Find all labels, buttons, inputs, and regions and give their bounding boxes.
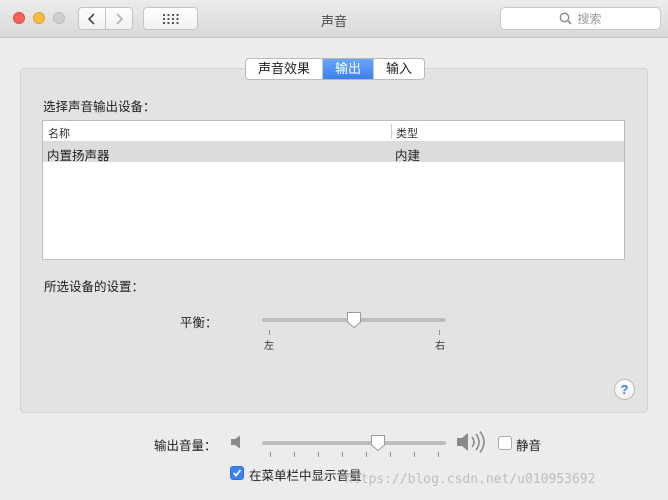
checkmark-icon (232, 469, 242, 477)
mute-checkbox[interactable] (498, 436, 512, 450)
balance-left-label: 左 (264, 341, 274, 352)
select-device-label: 选择声音输出设备： (43, 100, 156, 114)
column-divider (391, 124, 392, 139)
output-volume-label: 输出音量： (154, 439, 217, 453)
volume-tick (390, 452, 391, 457)
device-settings-label: 所选设备的设置： (44, 280, 145, 294)
volume-tick (438, 452, 439, 457)
tab-sound-effects[interactable]: 声音效果 (246, 59, 324, 79)
volume-tick (366, 452, 367, 457)
volume-tick (414, 452, 415, 457)
tab-output[interactable]: 输出 (323, 59, 375, 79)
balance-tick-right (439, 330, 440, 335)
mute-label: 静音 (516, 439, 542, 453)
device-name: 内置扬声器 (47, 149, 110, 163)
show-volume-in-menubar-checkbox[interactable] (230, 466, 244, 480)
balance-tick-left (269, 330, 270, 335)
balance-right-label: 右 (435, 341, 445, 352)
tab-bar: 声音效果 输出 输入 (245, 58, 426, 80)
column-header-name[interactable]: 名称 (48, 125, 70, 141)
volume-slider-track[interactable] (262, 441, 446, 445)
search-field[interactable]: 搜索 (500, 7, 661, 30)
balance-slider-thumb[interactable] (346, 311, 362, 329)
speaker-low-icon (231, 435, 240, 449)
tab-input[interactable]: 输入 (374, 59, 424, 79)
volume-slider-thumb[interactable] (370, 434, 386, 452)
device-table[interactable]: 名称 类型 内置扬声器 内建 (42, 120, 625, 260)
table-header: 名称 类型 (43, 121, 624, 142)
watermark: https://blog.csdn.net/u010953692 (345, 472, 596, 487)
help-button[interactable]: ? (614, 379, 635, 400)
volume-tick (270, 452, 271, 457)
device-type: 内建 (395, 149, 421, 163)
search-icon (560, 12, 573, 25)
balance-label: 平衡： (180, 316, 218, 330)
volume-tick (294, 452, 295, 457)
speaker-high-icon (457, 431, 485, 453)
search-placeholder: 搜索 (577, 12, 602, 26)
title-bar: 声音 搜索 (0, 0, 668, 38)
volume-tick (342, 452, 343, 457)
volume-tick (318, 452, 319, 457)
table-row[interactable]: 内置扬声器 内建 (43, 142, 624, 163)
column-header-type[interactable]: 类型 (396, 125, 418, 141)
